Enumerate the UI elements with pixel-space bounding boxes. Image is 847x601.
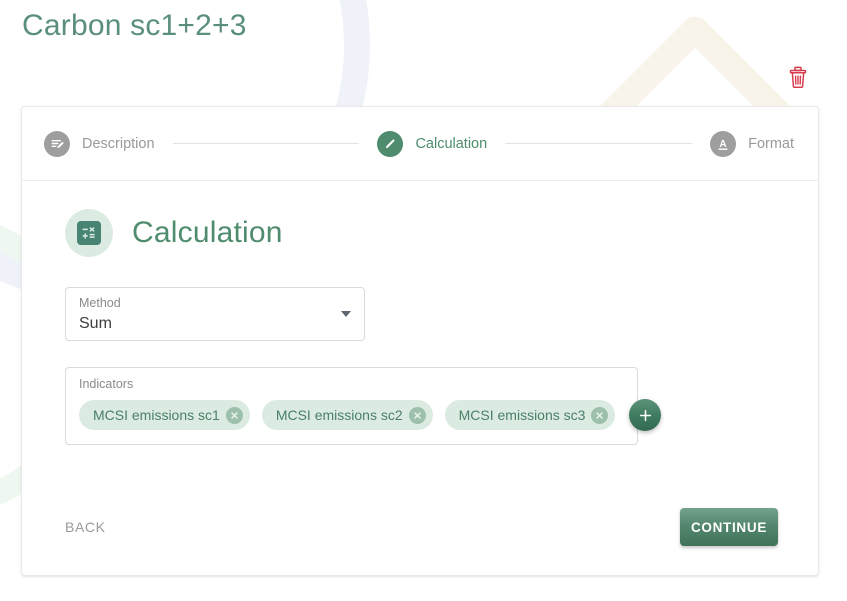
indicator-chip[interactable]: MCSI emissions sc1 — [79, 400, 250, 430]
method-label: Method — [79, 296, 121, 310]
wizard-card: Description Calculation A Format Calcula… — [21, 106, 819, 576]
calculator-icon-badge — [65, 209, 113, 257]
method-value: Sum — [79, 315, 112, 332]
description-edit-icon — [44, 130, 70, 157]
stepper-step-format[interactable]: A Format — [710, 130, 795, 157]
close-circle-icon[interactable] — [408, 406, 426, 424]
close-circle-icon[interactable] — [591, 406, 609, 424]
section-header: Calculation — [65, 209, 778, 257]
calculator-icon — [77, 221, 101, 245]
stepper-label-format: Format — [748, 135, 795, 152]
card-body: Calculation Method Sum Indicators MCSI e… — [22, 181, 818, 445]
plus-icon — [639, 409, 652, 421]
indicator-chip-label: MCSI emissions sc2 — [275, 407, 403, 423]
indicator-chip-label: MCSI emissions sc3 — [458, 407, 586, 423]
page-title: Carbon sc1+2+3 — [22, 9, 247, 42]
delete-button[interactable] — [785, 64, 811, 90]
indicator-chip-label: MCSI emissions sc1 — [93, 407, 220, 423]
continue-button[interactable]: CONTINUE — [680, 508, 778, 546]
format-text-icon: A — [710, 130, 737, 157]
method-select[interactable]: Method Sum — [65, 287, 365, 341]
back-button[interactable]: BACK — [65, 511, 116, 543]
close-circle-icon[interactable] — [225, 406, 243, 424]
chevron-down-icon — [341, 311, 351, 317]
app-root: Carbon sc1+2+3 Description Calculation A… — [0, 0, 847, 601]
card-footer: BACK CONTINUE — [22, 479, 818, 575]
add-indicator-button[interactable] — [629, 399, 662, 431]
indicator-chip[interactable]: MCSI emissions sc2 — [261, 400, 433, 430]
stepper-label-description: Description — [82, 135, 155, 152]
stepper: Description Calculation A Format — [22, 107, 818, 181]
indicators-field: Indicators MCSI emissions sc1 MCSI emiss… — [65, 367, 662, 445]
trash-icon — [789, 66, 807, 89]
indicator-chip-list: MCSI emissions sc1 MCSI emissions sc2 MC… — [79, 399, 662, 431]
page-section-title: Calculation — [132, 216, 283, 249]
stepper-connector-2 — [505, 143, 693, 144]
stepper-step-calculation[interactable]: Calculation — [377, 130, 488, 157]
stepper-connector-1 — [172, 143, 360, 144]
stepper-label-calculation: Calculation — [415, 135, 488, 152]
pencil-icon — [377, 130, 404, 157]
indicator-chip[interactable]: MCSI emissions sc3 — [444, 400, 616, 430]
stepper-step-description[interactable]: Description — [44, 130, 155, 157]
svg-text:A: A — [719, 139, 726, 150]
indicators-label: Indicators — [79, 377, 134, 391]
